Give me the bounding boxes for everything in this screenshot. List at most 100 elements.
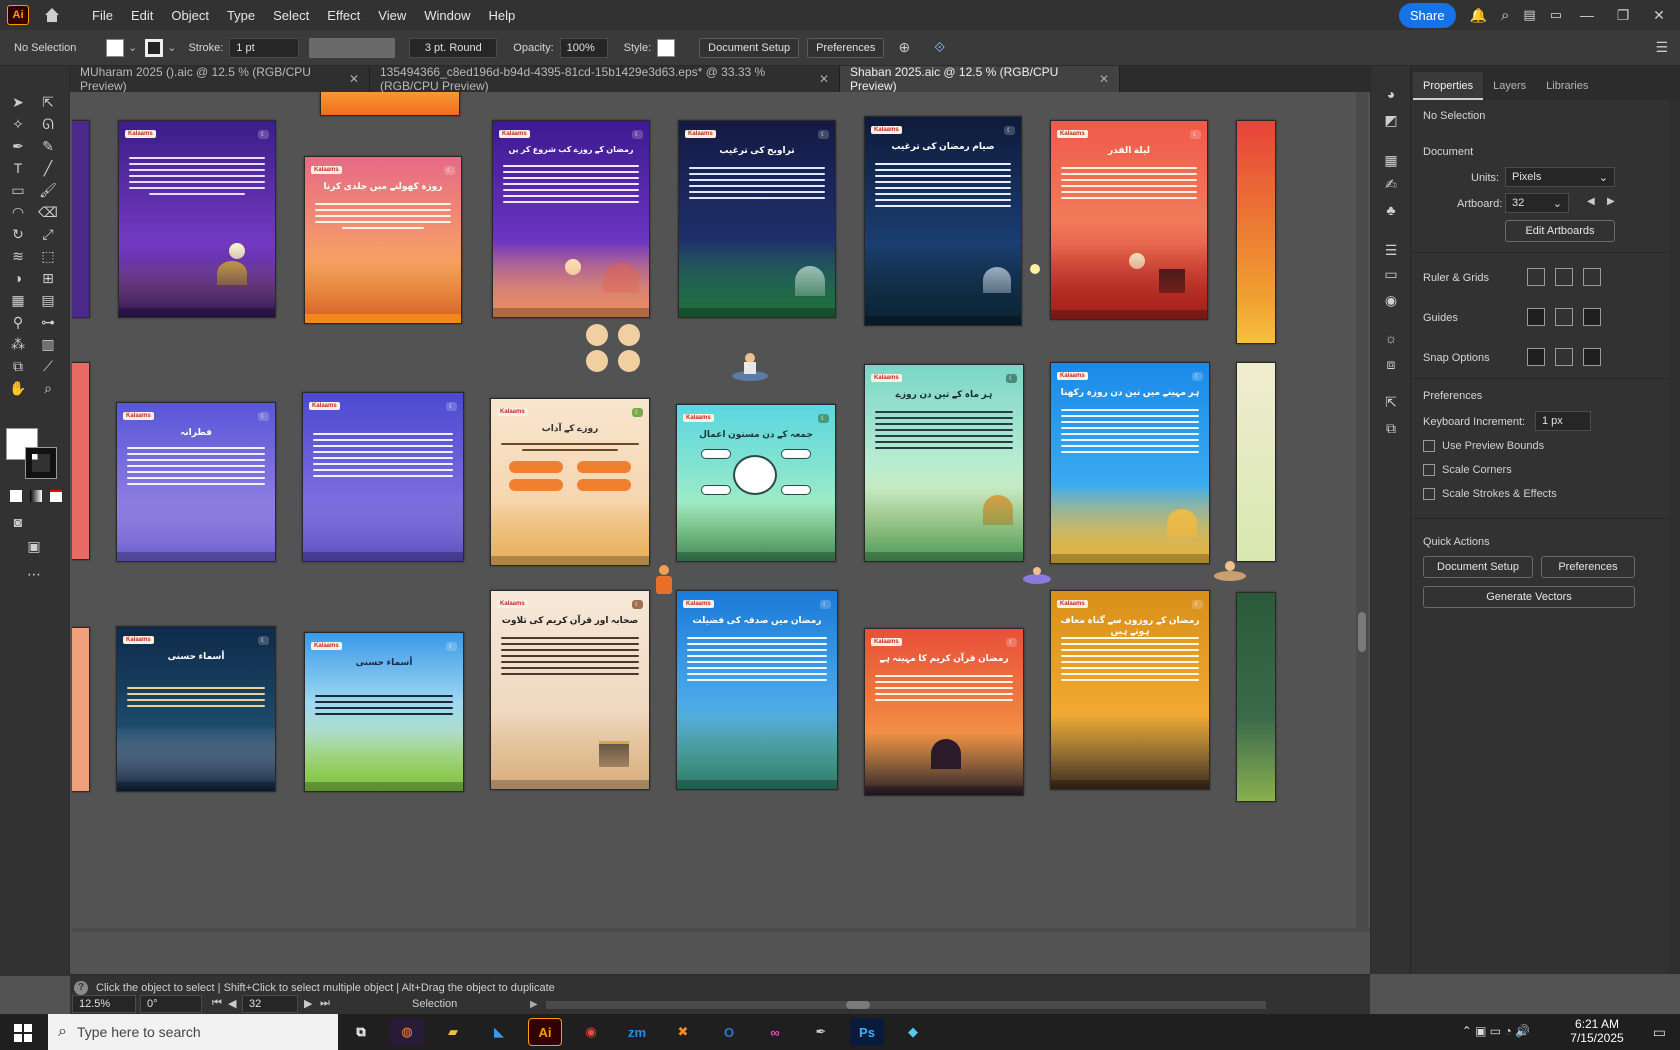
shaper-tool-icon[interactable]: ◠: [8, 202, 28, 222]
menu-view[interactable]: View: [369, 8, 415, 23]
gradient-panel-icon[interactable]: ▭: [1381, 264, 1401, 284]
workspace-icon[interactable]: ▤: [1523, 7, 1535, 23]
artboard-partial[interactable]: [320, 92, 460, 116]
show-guides-icon[interactable]: [1527, 308, 1545, 326]
preferences-button[interactable]: Preferences: [807, 37, 885, 58]
rulers-icon[interactable]: [1527, 268, 1545, 286]
stroke-weight-input[interactable]: 1 pt: [229, 37, 300, 58]
column-graph-tool-icon[interactable]: ▥: [38, 334, 58, 354]
bell-icon[interactable]: 🔔: [1470, 7, 1487, 24]
eraser-tool-icon[interactable]: ⌫: [38, 202, 58, 222]
minimize-icon[interactable]: —: [1576, 7, 1598, 23]
preferences-button[interactable]: Preferences: [1541, 556, 1635, 578]
brush-definition[interactable]: 3 pt. Round: [409, 37, 498, 58]
artboard-r2c1[interactable]: Kalaams ☾ فطرانہ: [116, 402, 276, 562]
menu-edit[interactable]: Edit: [122, 8, 162, 23]
menu-select[interactable]: Select: [264, 8, 318, 23]
status-arrow-icon[interactable]: ▶: [530, 999, 538, 1010]
recolor-icon[interactable]: ⟐: [934, 39, 945, 56]
close-icon[interactable]: ✕: [819, 72, 829, 86]
search-icon[interactable]: ⌕: [1501, 7, 1509, 24]
snap-to-point-icon[interactable]: [1527, 348, 1545, 366]
transparency-grid-icon[interactable]: [1583, 268, 1601, 286]
chevron-down-icon[interactable]: ⌄: [128, 41, 137, 54]
task-view-icon[interactable]: ⧉: [344, 1018, 378, 1046]
creative-cloud-icon[interactable]: ∞: [758, 1018, 792, 1046]
line-tool-icon[interactable]: ╱: [38, 158, 58, 178]
transparency-icon[interactable]: ◉: [1381, 290, 1401, 310]
artboard-r3c1[interactable]: Kalaams ☾ أسماء حسنی: [116, 626, 276, 792]
outlook-icon[interactable]: O: [712, 1018, 746, 1046]
artboard-r3c3[interactable]: Kalaams ☾ صحابہ اور قرآن کریم کی تلاوت: [490, 590, 650, 790]
horizontal-scrollbar[interactable]: [72, 928, 1370, 932]
menu-window[interactable]: Window: [415, 8, 479, 23]
artboard-r2c3[interactable]: Kalaams ☾ روزے کے آداب: [490, 398, 650, 566]
stroke-swatch[interactable]: [145, 38, 164, 57]
draw-normal-icon[interactable]: ◙: [8, 512, 28, 532]
menu-effect[interactable]: Effect: [318, 8, 369, 23]
artboard-edge[interactable]: [1236, 362, 1276, 562]
more-tools-icon[interactable]: ⋯: [24, 564, 44, 584]
artboard-canvas[interactable]: Kalaams ☾ Kalaams ☾ روزہ کھولنے میں جلدی ک…: [72, 92, 1370, 974]
system-tray-icons[interactable]: ⌃ ▣ ▭ ◔ 🔊: [1462, 1024, 1530, 1038]
tab-layers[interactable]: Layers: [1483, 72, 1536, 100]
export-icon[interactable]: ⇱: [1381, 392, 1401, 412]
hand-tool-icon[interactable]: ✋: [8, 378, 28, 398]
scale-tool-icon[interactable]: ⤢: [38, 224, 58, 244]
generate-vectors-button[interactable]: Generate Vectors: [1423, 586, 1635, 608]
graphic-styles-icon[interactable]: ⧈: [1381, 354, 1401, 374]
width-tool-icon[interactable]: ≋: [8, 246, 28, 266]
keyboard-increment-input[interactable]: 1 px: [1535, 411, 1591, 431]
tab-muharam[interactable]: MUharam 2025 ().aic @ 12.5 % (RGB/CPU Pr…: [70, 65, 370, 93]
notification-icon[interactable]: ▭: [1653, 1024, 1666, 1041]
tab-eps-file[interactable]: 135494366_c8ed196d-b94d-4395-81cd-15b142…: [370, 65, 840, 93]
artboard-r1c5[interactable]: Kalaams ☾ صیام رمضان کی ترغیب: [864, 116, 1022, 326]
floating-figure[interactable]: [730, 350, 770, 382]
horizontal-scroll-track[interactable]: [546, 1001, 1266, 1009]
window-layout-icon[interactable]: ▭: [1550, 7, 1562, 23]
mesh-tool-icon[interactable]: ▦: [8, 290, 28, 310]
artboard-edge[interactable]: [72, 362, 90, 560]
file-explorer-icon[interactable]: ▰: [436, 1018, 470, 1046]
rectangle-tool-icon[interactable]: ▭: [8, 180, 28, 200]
scale-corners-checkbox[interactable]: Scale Corners: [1423, 464, 1512, 476]
previous-artboard-icon[interactable]: ◀: [228, 997, 236, 1010]
slice-tool-icon[interactable]: ⟋: [38, 356, 58, 376]
color-guide-icon[interactable]: ◩: [1381, 110, 1401, 130]
paintbrush-tool-icon[interactable]: 🖌: [38, 180, 58, 200]
document-setup-button[interactable]: Document Setup: [699, 37, 800, 58]
type-tool-icon[interactable]: T: [8, 158, 28, 178]
color-panel-icon[interactable]: ◕: [1381, 84, 1401, 104]
vertical-scrollbar[interactable]: [1356, 92, 1368, 932]
document-setup-button[interactable]: Document Setup: [1423, 556, 1533, 578]
panel-scrollbar[interactable]: [1669, 100, 1679, 974]
align-icon[interactable]: ⊕: [898, 39, 910, 56]
opacity-input[interactable]: 100%: [559, 37, 608, 58]
appearance-icon[interactable]: ☼: [1381, 328, 1401, 348]
stroke-color-box[interactable]: [25, 447, 57, 479]
artboard-r3c5[interactable]: Kalaams ☾ رمضان قرآن کریم کا مہینہ ہے: [864, 628, 1024, 796]
snap-to-glyph-icon[interactable]: [1583, 348, 1601, 366]
lasso-tool-icon[interactable]: ᘏ: [38, 114, 58, 134]
help-icon[interactable]: ?: [74, 981, 88, 995]
selection-tool-icon[interactable]: ➤: [8, 92, 28, 112]
close-icon[interactable]: ✕: [349, 72, 359, 86]
artboard-r1c4[interactable]: Kalaams ☾ تراویح کی ترغیب: [678, 120, 836, 318]
artboard-edge[interactable]: [72, 627, 90, 792]
curvature-tool-icon[interactable]: ✎: [38, 136, 58, 156]
grid-icon[interactable]: [1555, 268, 1573, 286]
tab-shaban[interactable]: Shaban 2025.aic @ 12.5 % (RGB/CPU Previe…: [840, 65, 1120, 93]
close-icon[interactable]: ✕: [1648, 7, 1670, 24]
artboard-r3c6[interactable]: Kalaams ☾ رمضان کے روزوں سے گناہ معاف ہوت…: [1050, 590, 1210, 790]
zoom-tool-icon[interactable]: ⌕: [38, 378, 58, 398]
last-artboard-icon[interactable]: ⏭: [320, 997, 330, 1010]
previous-artboard-icon[interactable]: ◀: [1587, 196, 1595, 207]
shape-builder-tool-icon[interactable]: ◑: [8, 268, 28, 288]
artboard-r2c5[interactable]: Kalaams ☾ ہر ماہ کے تین دن روزے: [864, 364, 1024, 562]
taskbar-search[interactable]: ⌕ Type here to search: [48, 1014, 338, 1050]
zoom-app-icon[interactable]: zm: [620, 1018, 654, 1046]
artboard-r3c2[interactable]: Kalaams ☾ أسماء حسنی: [304, 632, 464, 792]
artboard-select[interactable]: 32 ⌄: [1505, 193, 1569, 213]
firefox-icon[interactable]: ◍: [390, 1018, 424, 1046]
use-preview-bounds-checkbox[interactable]: Use Preview Bounds: [1423, 440, 1544, 452]
